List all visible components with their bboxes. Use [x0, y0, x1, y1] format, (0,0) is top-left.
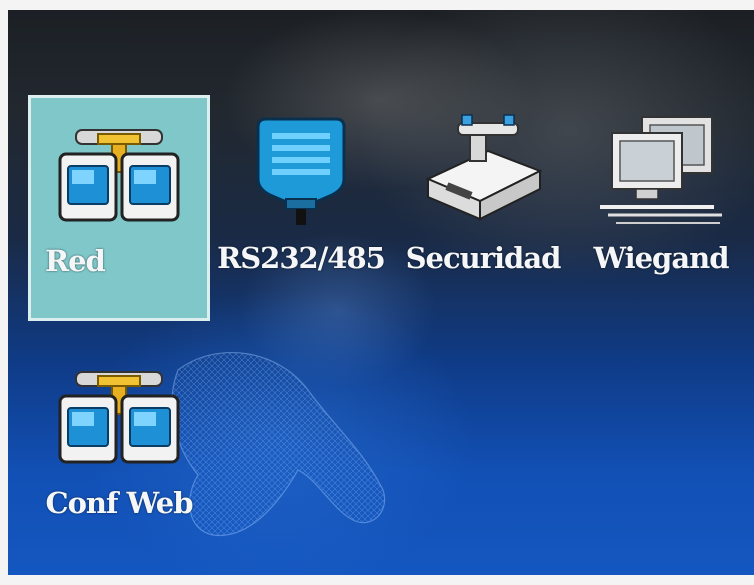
menu-item-label: RS232/485	[217, 241, 386, 275]
menu-item-label: Wiegand	[593, 241, 730, 275]
security-device-icon	[425, 114, 543, 221]
serial-connector-icon	[256, 117, 346, 225]
menu-item-securidad[interactable]: Securidad	[392, 95, 574, 321]
menu-item-wiegand[interactable]: Wiegand	[570, 95, 752, 321]
menu-item-label: Conf Web	[45, 486, 193, 520]
menu-item-rs232-485[interactable]: RS232/485	[210, 95, 392, 321]
computer-terminal-icon	[600, 116, 722, 224]
network-icon	[58, 129, 180, 222]
network-icon	[58, 371, 180, 464]
menu-item-label: Securidad	[405, 241, 562, 275]
device-screen: Red RS232/485 Securidad Wiegand Conf Web	[8, 10, 754, 575]
menu-item-red[interactable]: Red	[28, 95, 210, 321]
device-frame: Red RS232/485 Securidad Wiegand Conf Web	[0, 0, 754, 585]
menu-item-conf-web[interactable]: Conf Web	[28, 340, 210, 566]
menu-item-label: Red	[45, 244, 106, 278]
